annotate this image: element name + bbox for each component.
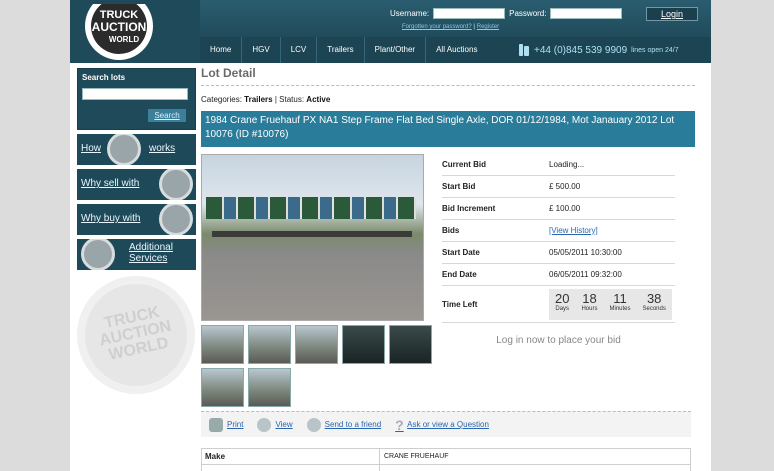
send-to-friend-link[interactable]: Send to a friend [306, 417, 381, 432]
zoom-icon [257, 417, 272, 432]
phone-contact: +44 (0)845 539 9909 lines open 24/7 [518, 43, 679, 57]
thumbnail[interactable] [295, 325, 338, 364]
lot-category: Trailers [244, 95, 273, 104]
print-link[interactable]: Print [209, 417, 243, 432]
nav-plant-other[interactable]: Plant/Other [365, 37, 427, 63]
password-input[interactable] [550, 7, 623, 19]
countdown-timer: 20 Days 18 Hours 11 Minutes 38 Seconds [549, 288, 672, 320]
info-row: Bid Increment £ 100.00 [442, 198, 675, 220]
promo-works-label: works [149, 143, 176, 154]
header: TRUCK AUCTION WORLD Username: Password: … [70, 0, 711, 63]
auction-badge-icon [159, 204, 193, 235]
nav-all-auctions[interactable]: All Auctions [426, 37, 487, 63]
phone-note: lines open 24/7 [631, 46, 679, 54]
thumbnail[interactable] [248, 325, 291, 364]
promo-why-buy-label: Why buy with [81, 213, 141, 224]
start-date: 05/05/2011 10:30:00 [549, 248, 622, 257]
bid-info: Current Bid Loading... Start Bid £ 500.00 … [442, 154, 675, 346]
thumbnail[interactable] [201, 325, 244, 364]
account-links-separator: | [473, 24, 476, 30]
search-button[interactable]: Search [148, 109, 186, 122]
info-row: Current Bid Loading... [442, 154, 675, 176]
promo-additional-label: Additional Services [129, 242, 173, 264]
days-value: 20 [555, 290, 570, 306]
promo-how-label: How [81, 143, 102, 154]
nav-trailers[interactable]: Trailers [317, 37, 365, 63]
info-row: End Date 06/05/2011 09:32:00 [442, 264, 675, 286]
login-button[interactable]: Login [646, 7, 698, 21]
nav-hgv[interactable]: HGV [242, 37, 281, 63]
search-lots-box: Search lots Search [77, 68, 196, 130]
info-row: Time Left 20 Days 18 Hours 11 Minutes 38 Sec… [442, 286, 675, 323]
info-row: Bids [View History] [442, 220, 675, 242]
promo-services: Services [129, 253, 168, 264]
seconds-value: 38 [646, 290, 662, 306]
watermark-text: TRUCK AUCTION WORLD [97, 303, 173, 364]
nav-home[interactable]: Home [200, 37, 243, 63]
nav-lcv[interactable]: LCV [281, 37, 318, 63]
promo-additional: Additional [129, 242, 173, 253]
username-label: Username: [390, 8, 430, 18]
logo-text-world: WORLD [109, 35, 139, 44]
send-icon [306, 417, 321, 432]
login-form: Username: Password: [390, 6, 623, 20]
spec-table: Make CRANE FRUEHAUF [201, 448, 691, 471]
register-link[interactable]: Register [477, 24, 499, 30]
view-link[interactable]: View [257, 417, 293, 432]
phone-number: +44 (0)845 539 9909 [534, 44, 628, 56]
sidebar: Search lots Search How works Why sell wi… [77, 68, 196, 394]
search-input[interactable] [82, 88, 188, 100]
truck-auction-world-logo[interactable]: TRUCK AUCTION WORLD [76, 4, 162, 60]
account-links: Forgotten your password? | Register [402, 24, 499, 30]
spec-value: CRANE FRUEHAUF [384, 453, 449, 460]
main-lot-photo[interactable] [201, 154, 424, 321]
search-lots-title: Search lots [82, 73, 126, 82]
photo-thumbnails [201, 325, 436, 407]
info-row: Start Bid £ 500.00 [442, 176, 675, 198]
lot-categories: Categories: Trailers | Status: Active [201, 95, 331, 104]
print-icon [209, 417, 223, 432]
thumbnail[interactable] [248, 368, 291, 407]
logo-text-auction: AUCTION [92, 20, 147, 34]
info-row: Start Date 05/05/2011 10:30:00 [442, 242, 675, 264]
minutes-value: 11 [613, 290, 627, 306]
lot-status: Active [306, 95, 331, 104]
question-icon: ? [395, 416, 404, 433]
page-title: Lot Detail [201, 66, 695, 86]
thumbnail[interactable] [389, 325, 432, 364]
table-row: Make CRANE FRUEHAUF [202, 448, 690, 465]
bid-increment: £ 100.00 [549, 204, 581, 213]
thumbnail[interactable] [342, 325, 385, 364]
login-to-bid-note: Log in now to place your bid [496, 335, 621, 346]
auction-badge-icon [107, 134, 141, 165]
additional-services-banner[interactable]: Additional Services [77, 239, 196, 270]
lot-actions: Print View Send to a friend ? Ask or view… [201, 411, 691, 437]
hours-value: 18 [582, 290, 597, 306]
promo-why-sell-label: Why sell with [81, 178, 140, 189]
spec-label: Make [202, 448, 380, 465]
start-bid: £ 500.00 [549, 182, 581, 191]
end-date: 06/05/2011 09:32:00 [549, 270, 622, 279]
thumbnail[interactable] [201, 368, 244, 407]
phone-icon [519, 44, 529, 56]
how-it-works-banner[interactable]: How works [77, 134, 196, 165]
ask-question-link[interactable]: ? Ask or view a Question [395, 418, 489, 432]
username-input[interactable] [433, 7, 506, 19]
forgot-password-link[interactable]: Forgotten your password? [402, 24, 472, 30]
truck-auction-world-watermark: TRUCK AUCTION WORLD [77, 276, 195, 394]
page: TRUCK AUCTION WORLD Username: Password: … [70, 0, 711, 471]
lot-heading: 1984 Crane Fruehauf PX NA1 Step Frame Fl… [201, 111, 695, 147]
table-row [202, 465, 690, 471]
current-bid: Loading... [549, 160, 585, 169]
why-sell-banner[interactable]: Why sell with [77, 169, 196, 200]
why-buy-banner[interactable]: Why buy with [77, 204, 196, 235]
lot-detail: Lot Detail Categories: Trailers | Status… [201, 66, 695, 471]
auction-badge-icon [159, 169, 193, 200]
auction-badge-icon [81, 239, 115, 270]
password-label: Password: [509, 8, 547, 18]
view-history-link[interactable]: [View History] [549, 226, 598, 235]
